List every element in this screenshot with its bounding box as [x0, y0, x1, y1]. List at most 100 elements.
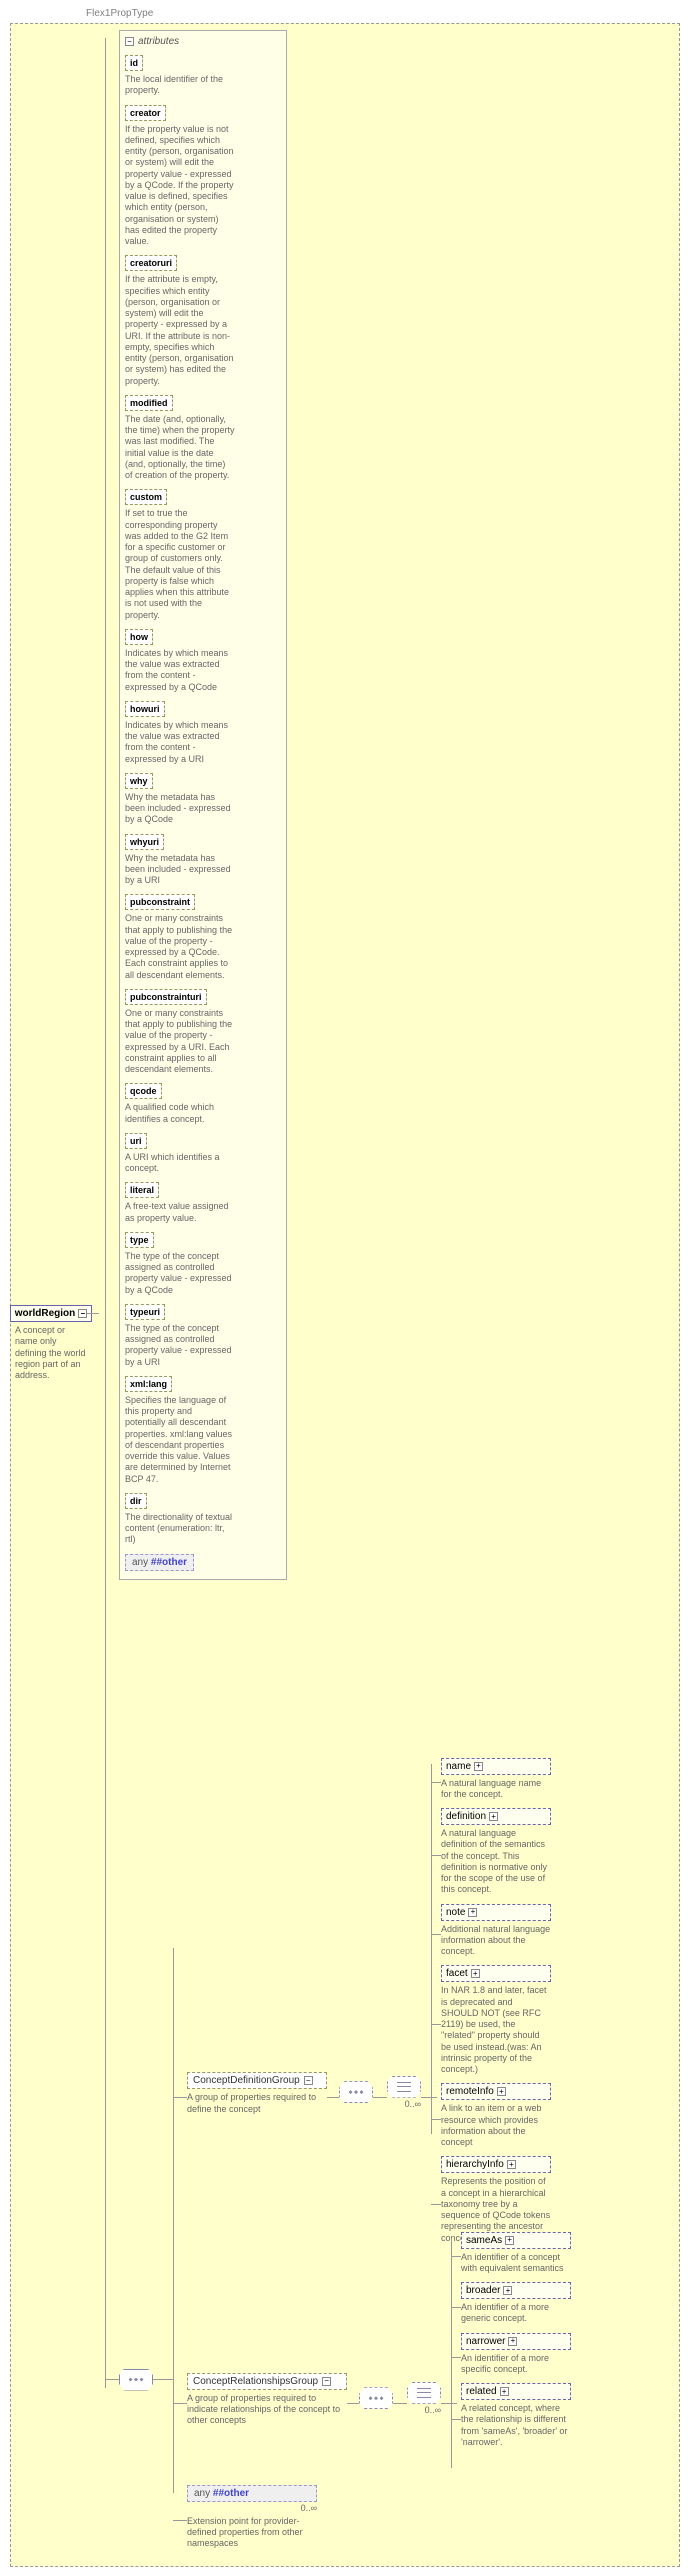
cardinality: 0..∞ — [187, 2503, 317, 2513]
element-desc: In NAR 1.8 and later, facet is deprecate… — [441, 1985, 551, 2075]
expand-icon[interactable]: + — [500, 2387, 509, 2396]
expand-icon[interactable]: + — [507, 2160, 516, 2169]
sequence-compositor[interactable] — [339, 2081, 373, 2103]
child-row: definition+A natural language definition… — [437, 1808, 551, 1896]
group-desc: A group of properties required to define… — [187, 2092, 327, 2115]
attribute-pubconstrainturi: pubconstrainturi — [125, 989, 207, 1005]
any-desc: Extension point for provider-defined pro… — [187, 2516, 317, 2550]
child-row: broader+An identifier of a more generic … — [457, 2282, 571, 2325]
attribute-why: why — [125, 773, 153, 789]
element-desc: A link to an item or a web resource whic… — [441, 2103, 551, 2148]
worldregion-element[interactable]: worldRegion − — [10, 1305, 93, 1322]
attribute-item: typeuri The type of the concept assigned … — [125, 1304, 281, 1368]
cdg-child-definition[interactable]: definition+ — [441, 1808, 551, 1825]
choice-compositor[interactable] — [407, 2382, 441, 2404]
attribute-desc: If set to true the corresponding propert… — [125, 508, 235, 621]
child-row: narrower+ An identifier of a more specifi… — [457, 2333, 571, 2376]
choice-compositor[interactable] — [387, 2076, 421, 2098]
type-container: worldRegion − A concept or name only def… — [10, 23, 680, 2567]
attribute-how: how — [125, 629, 153, 645]
cdg-child-note[interactable]: note+ — [441, 1904, 551, 1921]
attribute-desc: The type of the concept assigned as cont… — [125, 1323, 235, 1368]
concept-definition-group[interactable]: ConceptDefinitionGroup − — [187, 2072, 327, 2089]
attribute-desc: A URI which identifies a concept. — [125, 1152, 235, 1175]
attribute-literal: literal — [125, 1182, 159, 1198]
attribute-item: whyuriWhy the metadata has been included… — [125, 834, 281, 887]
element-label: sameAs — [466, 2235, 502, 2246]
collapse-icon[interactable]: − — [125, 37, 134, 46]
attribute-desc: Indicates by which means the value was e… — [125, 648, 235, 693]
attribute-uri: uri — [125, 1133, 147, 1149]
expand-icon[interactable]: + — [505, 2236, 514, 2245]
attribute-desc: The date (and, optionally, the time) whe… — [125, 414, 235, 482]
attribute-item: customIf set to true the corresponding p… — [125, 489, 281, 621]
attribute-desc: The directionality of textual content (e… — [125, 1512, 235, 1546]
sequence-compositor[interactable] — [119, 2369, 153, 2391]
element-desc: An identifier of a concept with equivale… — [461, 2252, 571, 2275]
attribute-item: creatoruri If the attribute is empty, spe… — [125, 255, 281, 387]
collapse-icon[interactable]: − — [322, 2377, 331, 2386]
expand-icon[interactable]: + — [508, 2337, 517, 2346]
crg-child-related[interactable]: related+ — [461, 2383, 571, 2400]
element-desc: A related concept, where the relationshi… — [461, 2403, 571, 2448]
attribute-typeuri: typeuri — [125, 1304, 165, 1320]
child-row: note+Additional natural language informa… — [437, 1904, 551, 1958]
element-label: hierarchyInfo — [446, 2159, 504, 2170]
expand-icon[interactable]: + — [468, 1908, 477, 1917]
attribute-desc: One or many constraints that apply to pu… — [125, 913, 235, 981]
attribute-creatoruri: creatoruri — [125, 255, 177, 271]
sequence-compositor[interactable] — [359, 2387, 393, 2409]
child-row: facet+ In NAR 1.8 and later, facet is dep… — [437, 1965, 551, 2075]
concept-relationships-group[interactable]: ConceptRelationshipsGroup − — [187, 2373, 347, 2390]
cdg-child-name[interactable]: name+ — [441, 1758, 551, 1775]
element-desc: A natural language name for the concept. — [441, 1778, 551, 1801]
element-label: narrower — [466, 2336, 505, 2347]
attribute-creator: creator — [125, 105, 166, 121]
element-desc: An identifier of a more specific concept… — [461, 2353, 571, 2376]
group-desc: A group of properties required to indica… — [187, 2393, 347, 2427]
element-label: remoteInfo — [446, 2086, 494, 2097]
attribute-dir: dir — [125, 1493, 147, 1509]
attribute-desc: If the property value is not defined, sp… — [125, 124, 235, 248]
element-label: broader — [466, 2285, 500, 2296]
attribute-item: literalA free-text value assigned as pro… — [125, 1182, 281, 1224]
crg-child-narrower[interactable]: narrower+ — [461, 2333, 571, 2350]
attribute-desc: A qualified code which identifies a conc… — [125, 1102, 235, 1125]
attribute-desc: Specifies the language of this property … — [125, 1395, 235, 1485]
cdg-child-hierarchyinfo[interactable]: hierarchyInfo+ — [441, 2156, 551, 2173]
attribute-item: pubconstrainturiOne or many constraints … — [125, 989, 281, 1076]
attribute-item: typeThe type of the concept assigned as … — [125, 1232, 281, 1296]
attribute-modified: modified — [125, 395, 173, 411]
attribute-desc: If the attribute is empty, specifies whi… — [125, 274, 235, 387]
element-label: definition — [446, 1811, 486, 1822]
attribute-desc: Why the metadata has been included - exp… — [125, 792, 235, 826]
collapse-icon[interactable]: − — [304, 2076, 313, 2085]
attribute-item: modified The date (and, optionally, the t… — [125, 395, 281, 482]
element-label: facet — [446, 1968, 468, 1979]
crg-child-broader[interactable]: broader+ — [461, 2282, 571, 2299]
attribute-item: why Why the metadata has been included - … — [125, 773, 281, 826]
spine — [105, 38, 106, 2388]
expand-icon[interactable]: + — [471, 1969, 480, 1978]
expand-icon[interactable]: + — [474, 1762, 483, 1771]
element-label: note — [446, 1907, 465, 1918]
attribute-item: dir The directionality of textual content… — [125, 1493, 281, 1546]
element-label: worldRegion — [15, 1308, 76, 1319]
attribute-item: how Indicates by which means the value wa… — [125, 629, 281, 693]
attribute-howuri: howuri — [125, 701, 165, 717]
attribute-desc: Indicates by which means the value was e… — [125, 720, 235, 765]
attribute-item: xml:langSpecifies the language of this p… — [125, 1376, 281, 1485]
crg-child-sameas[interactable]: sameAs+ — [461, 2232, 571, 2249]
expand-icon[interactable]: + — [489, 1812, 498, 1821]
expand-icon[interactable]: + — [503, 2286, 512, 2295]
attributes-heading: attributes — [138, 36, 179, 47]
attributes-container: − attributes idThe local identifier of t… — [119, 30, 287, 1580]
attribute-item: creator If the property value is not defi… — [125, 105, 281, 248]
collapse-icon[interactable]: − — [78, 1309, 87, 1318]
element-label: related — [466, 2386, 497, 2397]
attribute-item: idThe local identifier of the property. — [125, 55, 281, 97]
expand-icon[interactable]: + — [497, 2087, 506, 2096]
cardinality: 0..∞ — [387, 2099, 421, 2109]
cdg-child-facet[interactable]: facet+ — [441, 1965, 551, 1982]
cdg-child-remoteinfo[interactable]: remoteInfo+ — [441, 2083, 551, 2100]
